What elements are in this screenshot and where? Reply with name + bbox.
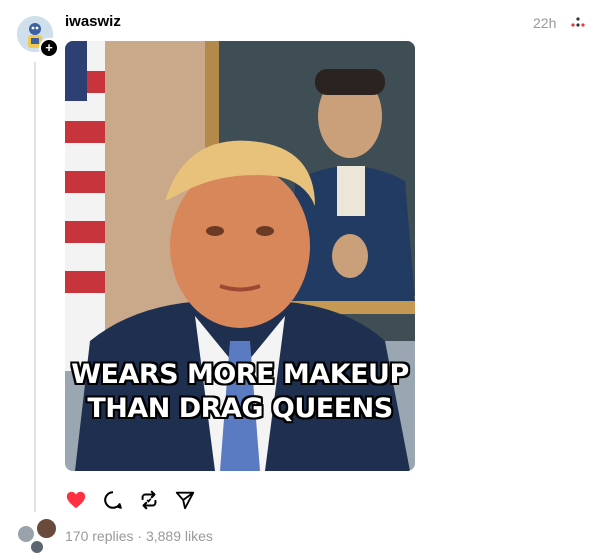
send-icon[interactable]	[174, 489, 196, 511]
post-stats: 170 replies · 3,889 likes	[65, 528, 213, 544]
meme-caption-line2: THAN DRAG QUEENS	[87, 393, 393, 424]
meme-caption-line1: WEARS MORE MAKEUP	[71, 359, 409, 390]
timestamp: 22h	[533, 15, 557, 31]
follow-plus-icon[interactable]: +	[39, 38, 59, 58]
likes-count[interactable]: 3,889 likes	[146, 528, 213, 544]
repost-icon[interactable]	[138, 489, 160, 511]
heart-icon[interactable]	[65, 489, 87, 511]
reply-avatar-2	[36, 518, 57, 539]
comment-icon[interactable]	[102, 489, 124, 511]
more-icon[interactable]	[570, 16, 586, 28]
replies-count[interactable]: 170 replies	[65, 528, 134, 544]
stats-separator: ·	[137, 528, 143, 544]
reply-avatar-3	[30, 540, 44, 554]
post-image[interactable]: WEARS MORE MAKEUP THAN DRAG QUEENS	[65, 41, 415, 471]
thread-line	[34, 62, 36, 512]
username[interactable]: iwaswiz	[65, 13, 121, 30]
